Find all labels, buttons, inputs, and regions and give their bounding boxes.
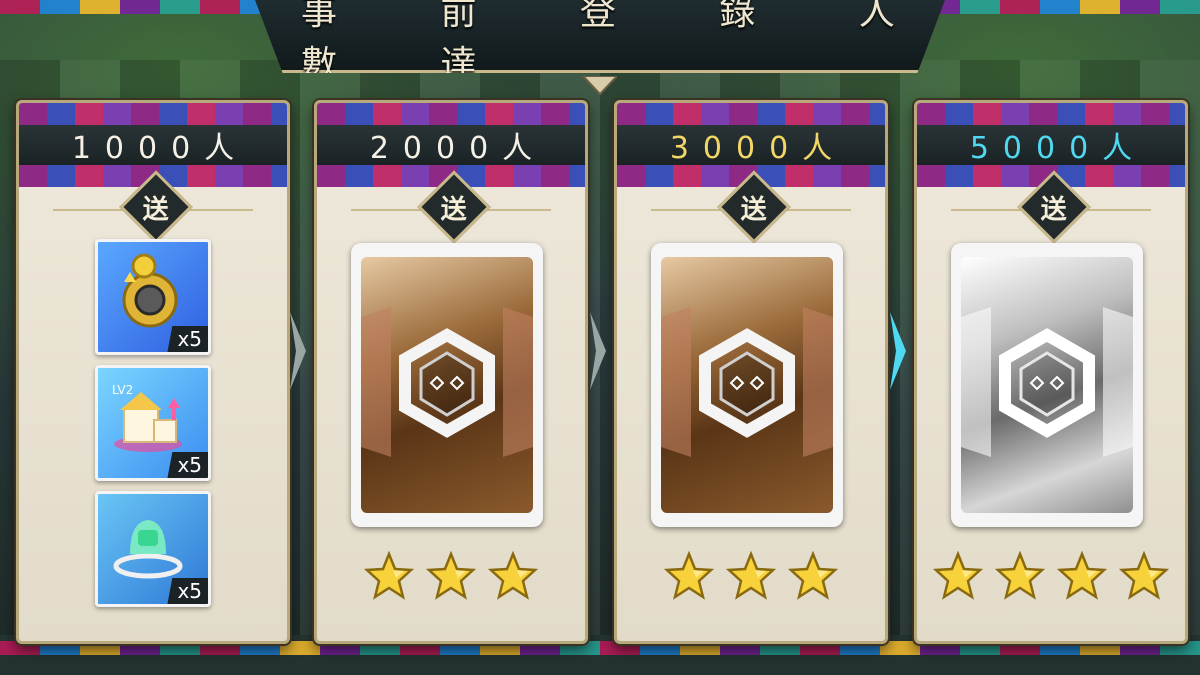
star-icon	[725, 550, 777, 601]
star-icon	[787, 550, 839, 601]
reward-quantity: x5	[167, 326, 208, 352]
divider	[53, 209, 123, 211]
title-banner: 事 前 登 錄 人 數 達	[255, 0, 945, 73]
card-art	[661, 257, 833, 513]
reward-quantity: x5	[167, 578, 208, 604]
reward-item-gold-pouch[interactable]: x5	[95, 239, 211, 355]
slime-capsule-icon	[113, 520, 183, 579]
rarity-stars	[917, 550, 1185, 601]
hexagon-emblem-icon	[361, 307, 533, 457]
reward-item-slime-capsule[interactable]: x5	[95, 491, 211, 607]
count-bar: 5000人	[917, 125, 1185, 166]
divider	[183, 209, 253, 211]
star-icon	[1056, 550, 1108, 601]
milestone-card-5000[interactable]: 5000人 送	[914, 100, 1188, 644]
card-art	[361, 257, 533, 513]
chevron-right-icon	[290, 312, 306, 390]
star-icon	[932, 550, 984, 601]
divider	[1081, 209, 1151, 211]
code-strip	[317, 103, 585, 125]
bronze-character-card[interactable]	[651, 243, 843, 527]
send-row: 送	[917, 170, 1185, 251]
send-row: 送	[317, 170, 585, 251]
star-icon	[994, 550, 1046, 601]
star-icon	[1118, 550, 1170, 601]
count-bar: 2000人	[317, 125, 585, 166]
milestone-count: 1000人	[71, 131, 249, 166]
count-bar: 1000人	[19, 125, 287, 166]
divider	[651, 209, 721, 211]
gold-pouch-icon	[122, 253, 178, 328]
building-upgrade-lv2-icon: LV2	[112, 383, 182, 452]
divider	[781, 209, 851, 211]
divider	[951, 209, 1021, 211]
send-label: 送	[1040, 194, 1068, 225]
send-label: 送	[440, 194, 468, 225]
reward-item-building-upgrade[interactable]: LV2 x5	[95, 365, 211, 481]
code-strip	[917, 103, 1185, 125]
star-icon	[363, 550, 415, 601]
silver-character-card[interactable]	[951, 243, 1143, 527]
reward-quantity: x5	[167, 452, 208, 478]
chevron-right-icon	[590, 312, 606, 390]
star-icon	[663, 550, 715, 601]
code-strip	[19, 103, 287, 125]
star-icon	[425, 550, 477, 601]
divider	[351, 209, 421, 211]
chevron-down-icon	[583, 76, 617, 96]
send-label: 送	[740, 194, 768, 225]
milestone-count: 2000人	[369, 131, 547, 166]
code-strip	[617, 103, 885, 125]
hexagon-emblem-icon	[661, 307, 833, 457]
send-row: 送	[617, 170, 885, 251]
send-label: 送	[142, 194, 170, 225]
milestone-card-1000[interactable]: 1000人 送 x5 LV2 x5 x5	[16, 100, 290, 644]
milestone-card-2000[interactable]: 2000人 送	[314, 100, 588, 644]
rarity-stars	[617, 550, 885, 601]
divider	[481, 209, 551, 211]
chevron-right-icon	[890, 312, 906, 390]
star-icon	[487, 550, 539, 601]
milestone-count: 5000人	[969, 131, 1147, 166]
milestone-count: 3000人	[669, 131, 847, 166]
rarity-stars	[317, 550, 585, 601]
hexagon-emblem-icon	[961, 307, 1133, 457]
milestone-card-3000[interactable]: 3000人 送	[614, 100, 888, 644]
card-art	[961, 257, 1133, 513]
svg-text:LV2: LV2	[112, 383, 133, 397]
bronze-character-card[interactable]	[351, 243, 543, 527]
count-bar: 3000人	[617, 125, 885, 166]
